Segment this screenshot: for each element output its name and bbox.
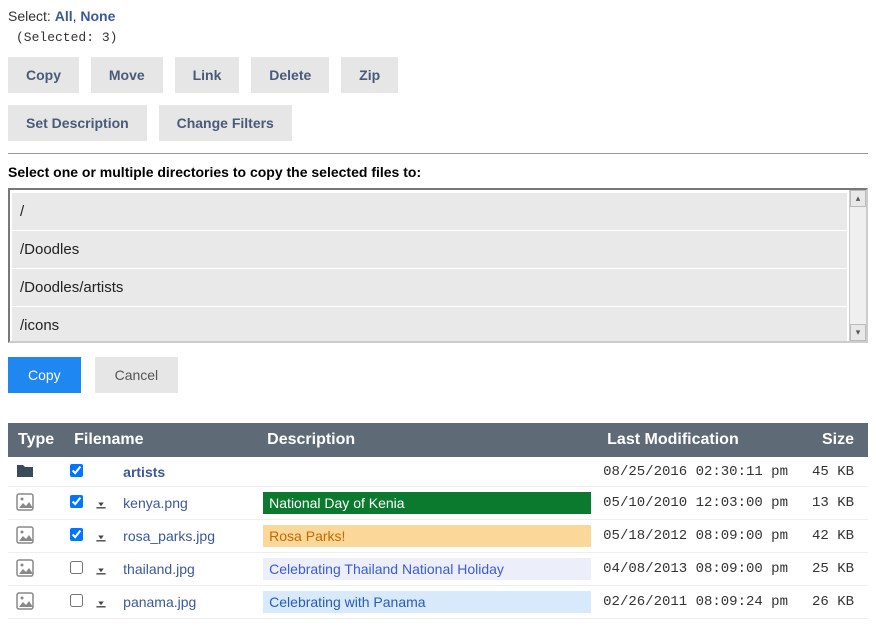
directory-item[interactable]: / — [12, 193, 847, 230]
row-checkbox[interactable] — [70, 594, 83, 607]
description-cell: National Day of Kenia — [257, 487, 597, 520]
download-icon[interactable] — [95, 529, 107, 545]
download-cell — [89, 457, 117, 487]
row-checkbox[interactable] — [70, 561, 83, 574]
size-cell: 45 KB — [803, 457, 868, 487]
directory-list-box: //Doodles/Doodles/artists/icons ▴ ▾ — [8, 188, 868, 343]
description-cell: Celebrating with Panama — [257, 586, 597, 619]
filename-cell[interactable]: kenya.png — [117, 487, 257, 520]
file-table: Type Filename Description Last Modificat… — [8, 423, 868, 619]
download-cell — [89, 487, 117, 520]
checkbox-cell — [64, 487, 89, 520]
folder-icon — [16, 462, 34, 481]
row-checkbox[interactable] — [70, 528, 83, 541]
header-type[interactable]: Type — [8, 423, 64, 457]
download-cell — [89, 520, 117, 553]
directory-item[interactable]: /icons — [12, 307, 847, 341]
description-cell: Rosa Parks! — [257, 520, 597, 553]
select-none-link[interactable]: None — [80, 8, 115, 24]
filename-cell[interactable]: artists — [117, 457, 257, 487]
copy-prompt: Select one or multiple directories to co… — [8, 164, 868, 180]
type-cell — [8, 520, 64, 553]
zip-button[interactable]: Zip — [341, 57, 398, 93]
filename-cell[interactable]: rosa_parks.jpg — [117, 520, 257, 553]
image-icon — [16, 493, 34, 514]
header-last-mod[interactable]: Last Modification — [597, 423, 803, 457]
separator — [8, 153, 868, 154]
checkbox-cell — [64, 553, 89, 586]
size-cell: 26 KB — [803, 586, 868, 619]
last-mod-cell: 04/08/2013 08:09:00 pm — [597, 553, 803, 586]
description-badge: National Day of Kenia — [263, 492, 591, 514]
last-mod-cell: 05/18/2012 08:09:00 pm — [597, 520, 803, 553]
download-icon[interactable] — [95, 595, 107, 611]
image-icon — [16, 592, 34, 613]
table-header-row: Type Filename Description Last Modificat… — [8, 423, 868, 457]
toolbar-secondary: Set Description Change Filters — [8, 105, 868, 141]
type-cell — [8, 487, 64, 520]
table-row: kenya.png National Day of Kenia 05/10/2010… — [8, 487, 868, 520]
header-filename[interactable]: Filename — [64, 423, 257, 457]
scroll-up-icon[interactable]: ▴ — [850, 190, 866, 207]
description-cell — [257, 457, 597, 487]
directory-item[interactable]: /Doodles/artists — [12, 269, 847, 306]
cancel-button[interactable]: Cancel — [95, 357, 179, 393]
row-checkbox[interactable] — [70, 495, 83, 508]
image-icon — [16, 559, 34, 580]
image-icon — [16, 526, 34, 547]
last-mod-cell: 05/10/2010 12:03:00 pm — [597, 487, 803, 520]
confirm-copy-button[interactable]: Copy — [8, 357, 81, 393]
directory-item[interactable]: /Doodles — [12, 231, 847, 268]
table-row: thailand.jpg Celebrating Thailand Nationa… — [8, 553, 868, 586]
change-filters-button[interactable]: Change Filters — [159, 105, 292, 141]
move-button[interactable]: Move — [91, 57, 163, 93]
download-cell — [89, 586, 117, 619]
size-cell: 25 KB — [803, 553, 868, 586]
description-badge: Celebrating with Panama — [263, 591, 591, 613]
checkbox-cell — [64, 520, 89, 553]
filename-cell[interactable]: panama.jpg — [117, 586, 257, 619]
set-description-button[interactable]: Set Description — [8, 105, 147, 141]
last-mod-cell: 08/25/2016 02:30:11 pm — [597, 457, 803, 487]
link-button[interactable]: Link — [175, 57, 240, 93]
delete-button[interactable]: Delete — [251, 57, 329, 93]
copy-button[interactable]: Copy — [8, 57, 79, 93]
table-row: artists 08/25/2016 02:30:11 pm45 KB — [8, 457, 868, 487]
directory-list[interactable]: //Doodles/Doodles/artists/icons — [10, 190, 849, 341]
scroll-down-icon[interactable]: ▾ — [850, 324, 866, 341]
download-icon[interactable] — [95, 496, 107, 512]
table-row: panama.jpg Celebrating with Panama 02/26/2… — [8, 586, 868, 619]
toolbar-primary: Copy Move Link Delete Zip — [8, 57, 868, 93]
table-row: rosa_parks.jpg Rosa Parks! 05/18/2012 08:0… — [8, 520, 868, 553]
download-icon[interactable] — [95, 562, 107, 578]
header-description[interactable]: Description — [257, 423, 597, 457]
filename-cell[interactable]: thailand.jpg — [117, 553, 257, 586]
checkbox-cell — [64, 457, 89, 487]
scrollbar[interactable]: ▴ ▾ — [849, 190, 866, 341]
size-cell: 42 KB — [803, 520, 868, 553]
download-cell — [89, 553, 117, 586]
selected-count: (Selected: 3) — [16, 30, 868, 45]
description-badge: Rosa Parks! — [263, 525, 591, 547]
select-label: Select: — [8, 8, 51, 24]
type-cell — [8, 586, 64, 619]
checkbox-cell — [64, 586, 89, 619]
select-links: Select: All, None — [8, 8, 868, 24]
header-size[interactable]: Size — [803, 423, 868, 457]
description-cell: Celebrating Thailand National Holiday — [257, 553, 597, 586]
description-badge: Celebrating Thailand National Holiday — [263, 558, 591, 580]
select-all-link[interactable]: All — [55, 8, 73, 24]
size-cell: 13 KB — [803, 487, 868, 520]
row-checkbox[interactable] — [70, 464, 83, 477]
type-cell — [8, 457, 64, 487]
last-mod-cell: 02/26/2011 08:09:24 pm — [597, 586, 803, 619]
copy-action-row: Copy Cancel — [8, 357, 868, 393]
type-cell — [8, 553, 64, 586]
